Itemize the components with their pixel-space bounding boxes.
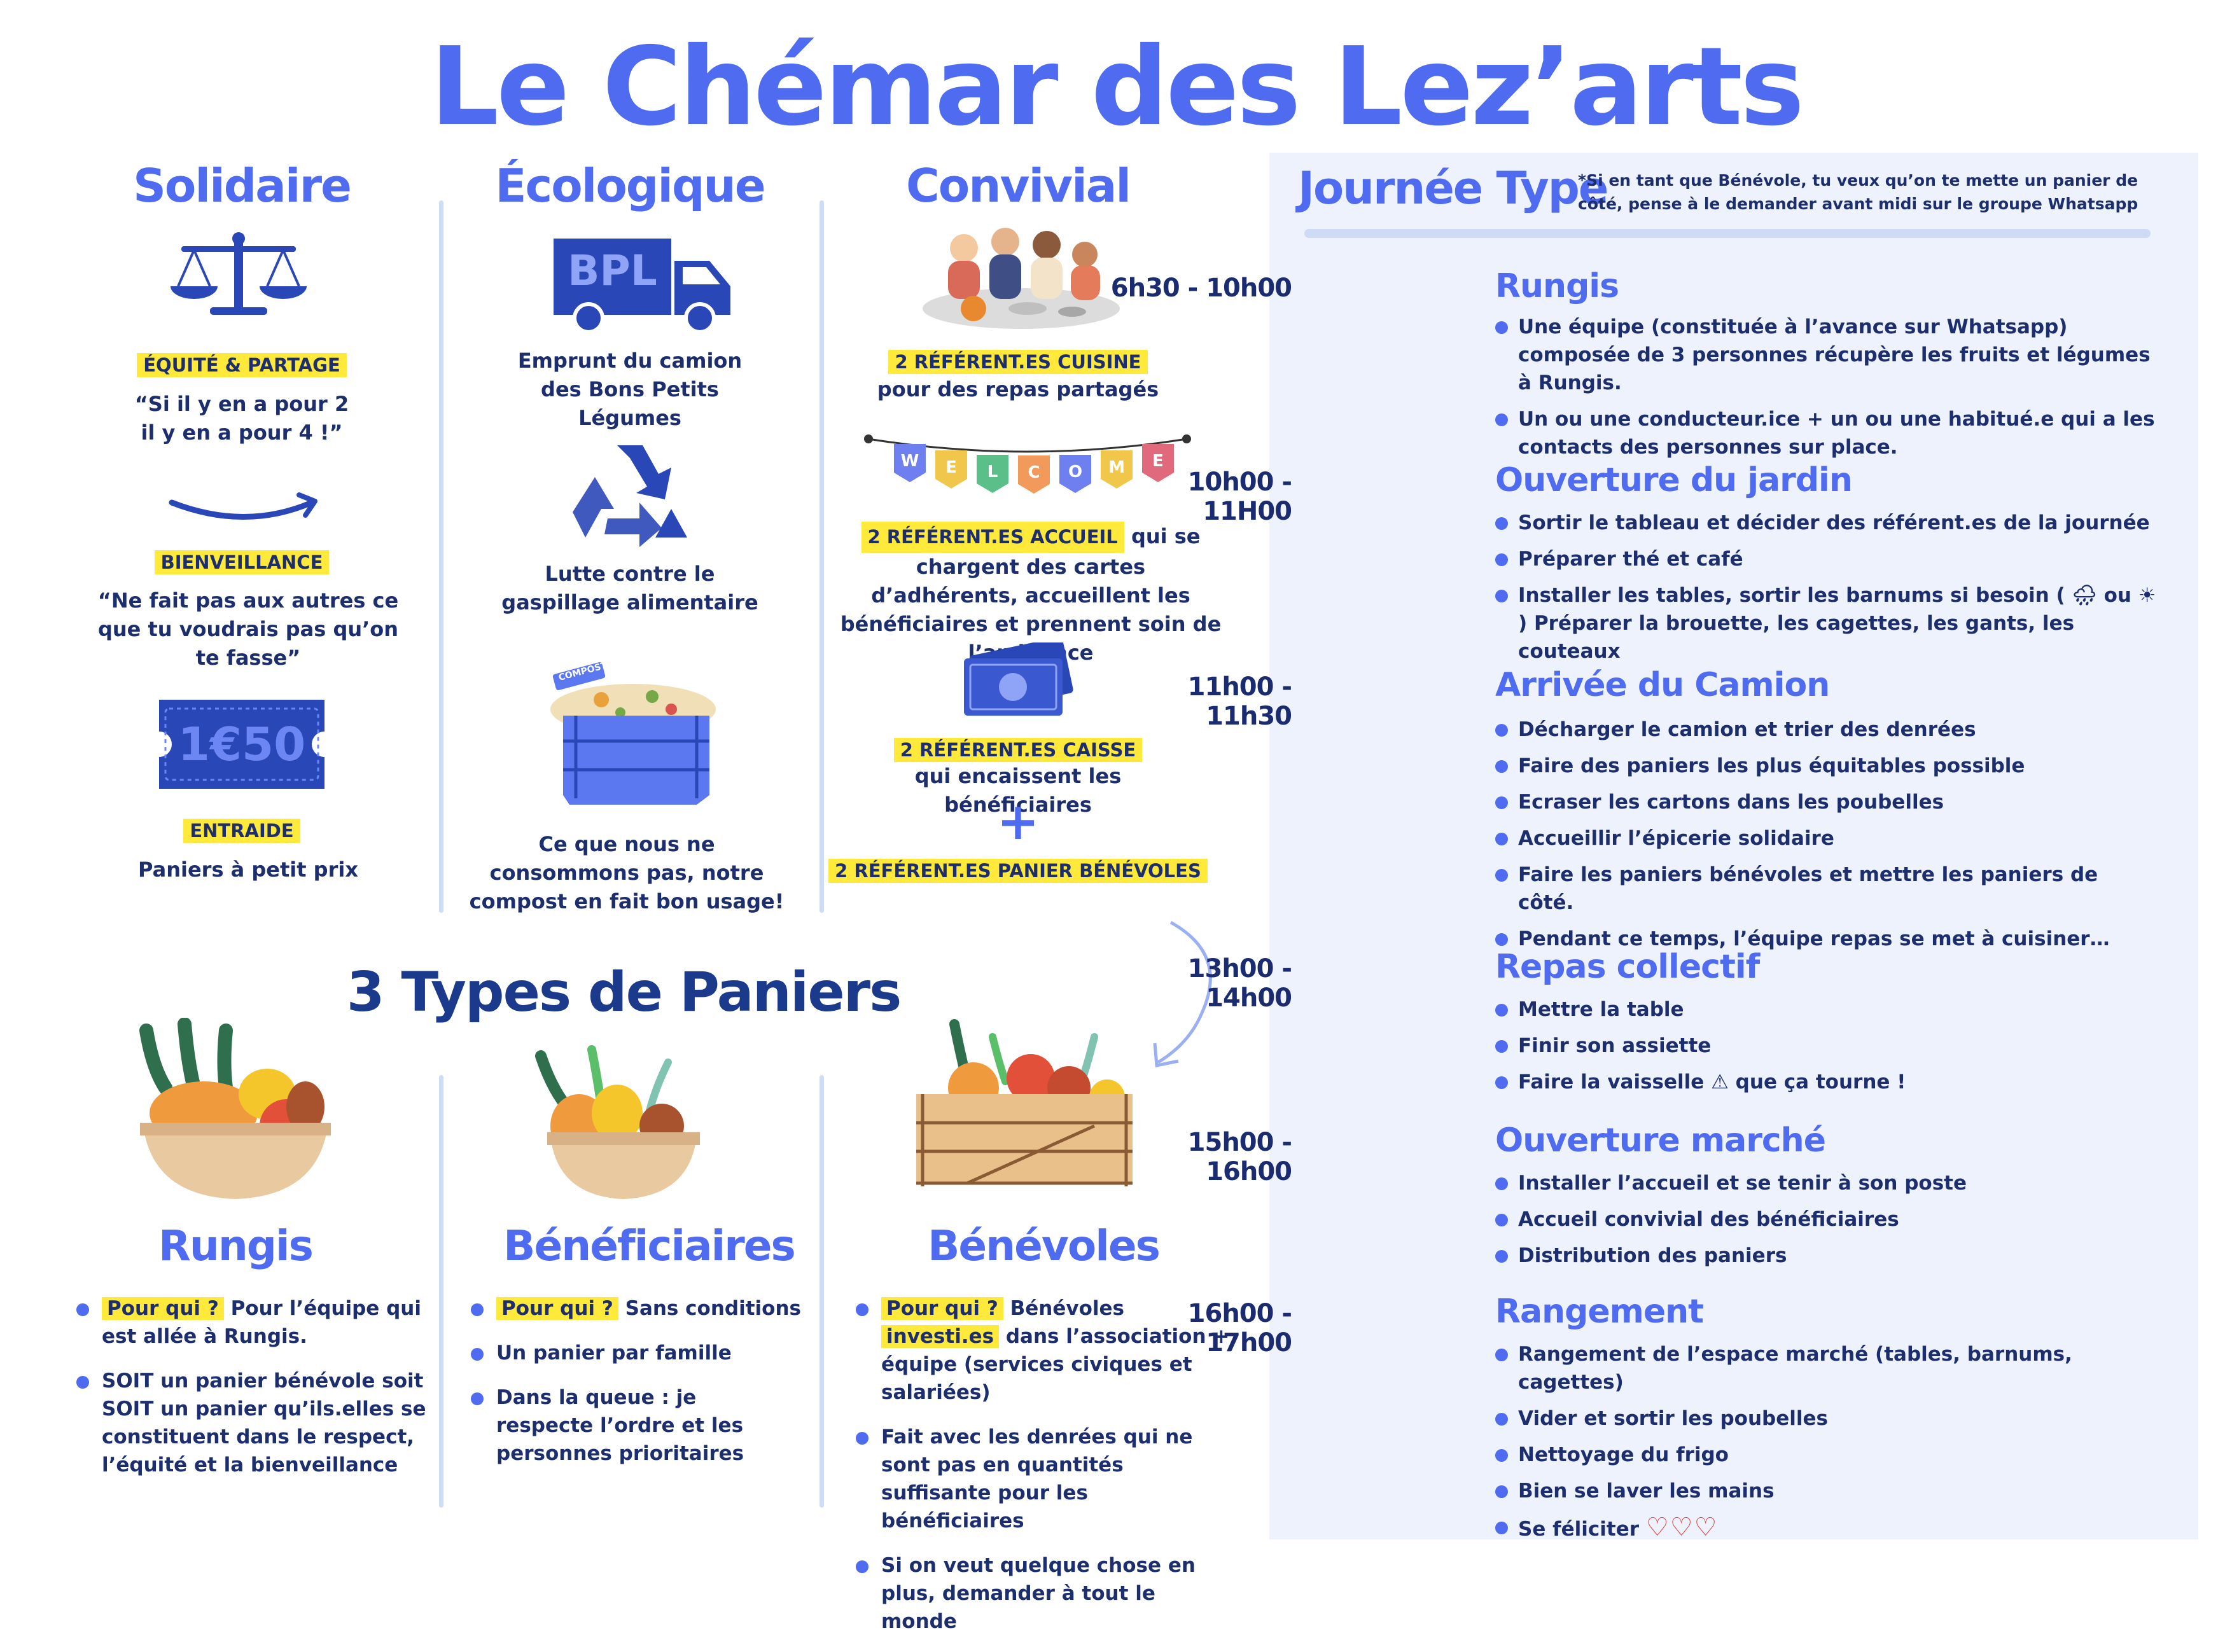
rungis-panier-list: Pour qui ? Pour l’équipe qui est allée à…: [76, 1295, 433, 1496]
column-divider: [439, 1075, 443, 1508]
list-item: Une équipe (constituée à l’avance sur Wh…: [1495, 313, 2157, 397]
slot-list: Installer l’accueil et se tenir à son po…: [1495, 1169, 2157, 1278]
beneficiaires-panier-title: Bénéficiaires: [503, 1221, 796, 1270]
list-item: Faire des paniers les plus équitables po…: [1495, 752, 2157, 780]
list-item: Sortir le tableau et décider des référen…: [1495, 509, 2157, 537]
list-item: Installer les tables, sortir les barnums…: [1495, 581, 2157, 665]
list-item: Préparer thé et café: [1495, 545, 2157, 573]
list-item: Dans la queue : je respecte l’ordre et l…: [471, 1384, 776, 1468]
list-item: Se féliciter ♡♡♡: [1495, 1513, 2157, 1543]
list-item: Installer l’accueil et se tenir à son po…: [1495, 1169, 2157, 1197]
list-item: Rangement de l’espace marché (tables, ba…: [1495, 1340, 2157, 1396]
ticket-price: 1€50: [178, 718, 306, 771]
slot-heading: Repas collectif: [1495, 948, 1760, 986]
list-item: Distribution des paniers: [1495, 1242, 2157, 1270]
slot-list: Mettre la table Finir son assiette Faire…: [1495, 996, 2157, 1104]
truck-icon: BPL: [554, 239, 732, 334]
slot-heading: Rangement: [1495, 1293, 1704, 1331]
banner-letter: L: [987, 462, 998, 482]
list-item: Pour qui ? Sans conditions: [471, 1295, 814, 1322]
solidaire-title: Solidaire: [133, 159, 352, 212]
bienveillance-text: “Ne fait pas aux autres ce que tu voudra…: [97, 588, 399, 670]
entraide-tag: ENTRAIDE: [183, 819, 300, 843]
list-item: Un ou une conducteur.ice + un ou une hab…: [1495, 405, 2157, 461]
cuisine-text: pour des repas partagés: [877, 377, 1159, 401]
bienveillance-tag: BIENVEILLANCE: [154, 550, 330, 574]
slot-heading: Rungis: [1495, 267, 1619, 305]
paniers-section-title: 3 Types de Paniers: [346, 961, 902, 1024]
page-title: Le Chémar des Lez’arts: [429, 24, 1804, 150]
rungis-basket-illustration: [108, 1017, 344, 1205]
column-divider: [820, 1075, 824, 1508]
slot-list: Décharger le camion et trier des denrées…: [1495, 716, 2157, 961]
list-item: Décharger le camion et trier des denrées: [1495, 716, 2157, 744]
list-item: SOIT un panier bénévole soit SOIT un pan…: [76, 1367, 433, 1479]
list-item: Fait avec les denrées qui ne sont pas en…: [856, 1423, 1231, 1535]
equite-text: “Si il y en a pour 2 il y en a pour 4 !”: [134, 392, 349, 445]
hearts-icon: ♡♡♡: [1645, 1513, 1719, 1542]
slot-heading: Ouverture du jardin: [1495, 461, 1853, 499]
slot-heading: Arrivée du Camion: [1495, 666, 1830, 704]
recycle-icon: [569, 439, 690, 550]
convivial-title: Convivial: [905, 159, 1131, 212]
gaspillage-text: Lutte contre le gaspillage alimentaire: [501, 562, 758, 614]
slot-time: 6h30 - 10h00: [1110, 274, 1292, 303]
beneficiaires-basket-illustration: [503, 1037, 725, 1205]
ecologique-title: Écologique: [495, 159, 765, 212]
list-item: Nettoyage du frigo: [1495, 1441, 2157, 1469]
list-item: Accueillir l’épicerie solidaire: [1495, 824, 2157, 852]
title-underline: [1304, 229, 2151, 238]
beneficiaires-panier-list: Pour qui ? Sans conditions Un panier par…: [471, 1295, 814, 1484]
slot-heading: Ouverture marché: [1495, 1121, 1826, 1160]
list-item: Pour qui ? Pour l’équipe qui est allée à…: [76, 1295, 433, 1350]
scale-icon: [165, 232, 312, 324]
benevoles-panier-title: Bénévoles: [928, 1221, 1161, 1270]
list-item: Bien se laver les mains: [1495, 1477, 2157, 1505]
shared-meal-illustration: [919, 219, 1123, 333]
column-divider: [820, 200, 824, 913]
journee-type-title: Journée Type: [1298, 162, 1608, 214]
accueil-tag: 2 RÉFÉRENT.ES ACCUEIL: [861, 522, 1124, 553]
banner-letter: E: [945, 458, 957, 477]
list-item: Faire les paniers bénévoles et mettre le…: [1495, 861, 2157, 917]
compost-text: Ce que nous ne consommons pas, notre com…: [469, 832, 785, 913]
slot-list: Rangement de l’espace marché (tables, ba…: [1495, 1340, 2157, 1551]
slot-time: 11h00 - 11h30: [1187, 672, 1292, 731]
slot-time: 15h00 - 16h00: [1187, 1128, 1292, 1186]
compost-crate-icon: COMPOST: [544, 655, 722, 808]
list-item: Vider et sortir les poubelles: [1495, 1405, 2157, 1433]
banner-letter: C: [1028, 463, 1040, 482]
entraide-text: Paniers à petit prix: [138, 857, 358, 882]
slot-list: Une équipe (constituée à l’avance sur Wh…: [1495, 313, 2157, 469]
column-divider: [439, 200, 443, 913]
cuisine-tag: 2 RÉFÉRENT.ES CUISINE: [888, 350, 1148, 374]
money-icon: [961, 637, 1075, 721]
journee-note: *Si en tant que Bénévole, tu veux qu’on …: [1578, 171, 2138, 213]
banner-letter: W: [900, 452, 919, 471]
panier-benevoles-tag: 2 RÉFÉRENT.ES PANIER BÉNÉVOLES: [828, 859, 1208, 883]
camion-text: Emprunt du camion des Bons Petits Légume…: [517, 349, 743, 430]
truck-label: BPL: [568, 246, 657, 295]
slot-list: Sortir le tableau et décider des référen…: [1495, 509, 2157, 674]
list-item: Un panier par famille: [471, 1339, 814, 1367]
list-item: Mettre la table: [1495, 996, 2157, 1024]
equite-tag: ÉQUITÉ & PARTAGE: [137, 353, 347, 377]
caisse-tag: 2 RÉFÉRENT.ES CAISSE: [893, 738, 1143, 762]
smile-icon: [169, 490, 321, 531]
list-item: Accueil convivial des bénéficiaires: [1495, 1205, 2157, 1233]
ticket-icon: 1€50: [153, 700, 331, 789]
slot-time: 10h00 - 11H00: [1187, 468, 1292, 526]
slot-time: 16h00 - 17h00: [1187, 1299, 1292, 1357]
banner-letter: O: [1068, 462, 1083, 482]
list-item: Finir son assiette: [1495, 1032, 2157, 1060]
list-item: Faire la vaisselle ⚠ que ça tourne !: [1495, 1068, 2157, 1096]
list-item: Si on veut quelque chose en plus, demand…: [856, 1551, 1231, 1635]
rungis-panier-title: Rungis: [158, 1221, 314, 1270]
list-item: Ecraser les cartons dans les poubelles: [1495, 788, 2157, 816]
plus-sign: +: [996, 792, 1040, 851]
slot-time: 13h00 - 14h00: [1187, 954, 1292, 1013]
